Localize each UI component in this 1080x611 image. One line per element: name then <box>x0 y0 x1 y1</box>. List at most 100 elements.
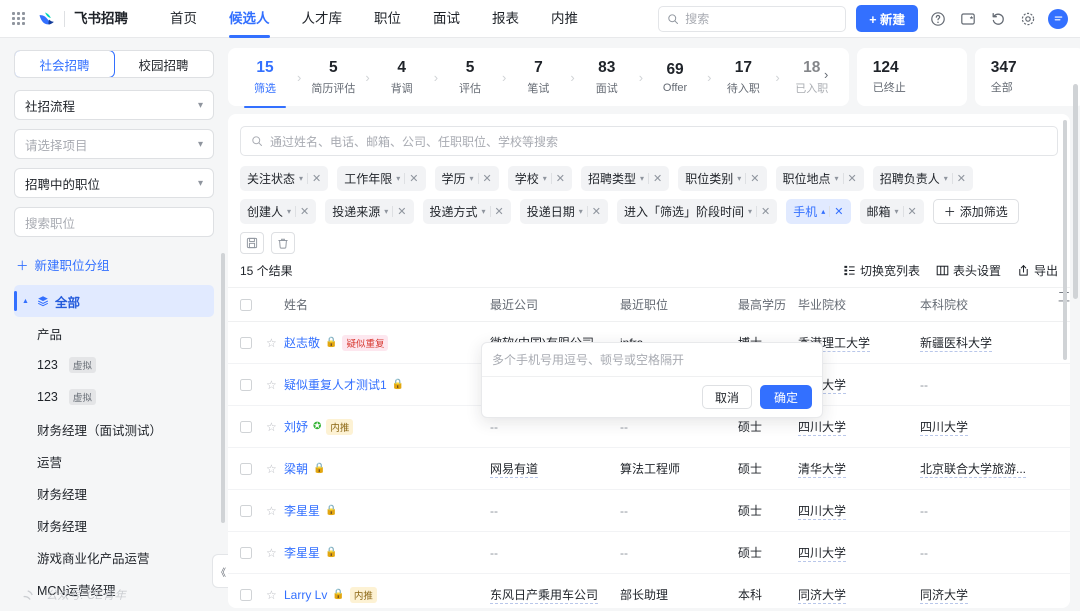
column-header-name[interactable]: 姓名 <box>284 296 490 313</box>
cell-school[interactable]: 清华大学 <box>798 462 847 478</box>
select-all-checkbox[interactable] <box>240 298 252 311</box>
stage-background-check[interactable]: 4 背调 <box>371 58 433 96</box>
delete-filter-icon[interactable] <box>271 232 295 254</box>
filter-chip-recruiter[interactable]: 招聘负责人 ▾ ✕ <box>872 166 973 191</box>
cell-bachelor-school[interactable]: 同济大学 <box>920 588 969 604</box>
close-icon[interactable]: ✕ <box>653 172 662 185</box>
help-icon[interactable] <box>928 9 948 29</box>
table-row[interactable]: ☆ 李星星 🔒 -- -- 硕士 四川大学 -- -- <box>228 532 1070 574</box>
process-select[interactable]: 社招流程 ▾ <box>14 90 214 120</box>
close-icon[interactable]: ✕ <box>750 172 759 185</box>
column-header-work-years[interactable]: 工作年限 <box>1050 288 1070 322</box>
new-job-group-button[interactable]: ＋ 新建职位分组 <box>14 246 214 283</box>
candidate-name[interactable]: 疑似重复人才测试1 <box>284 376 387 393</box>
new-button[interactable]: + 新建 <box>856 5 918 32</box>
tree-item-123-b[interactable]: 123 虚拟 <box>14 381 214 413</box>
candidate-name[interactable]: 赵志敬 <box>284 334 320 351</box>
tree-item-123-a[interactable]: 123 虚拟 <box>14 349 214 381</box>
filter-chip-email[interactable]: 邮箱 ▾ ✕ <box>859 199 924 224</box>
job-status-select[interactable]: 招聘中的职位 ▾ <box>14 168 214 198</box>
filter-chip-phone[interactable]: 手机 ▴ ✕ <box>786 199 851 224</box>
filter-chip-application-date[interactable]: 投递日期 ▾ ✕ <box>519 199 608 224</box>
cell-school[interactable]: 四川大学 <box>798 504 847 520</box>
nav-item-candidates[interactable]: 候选人 <box>213 0 286 38</box>
gear-icon[interactable] <box>1018 9 1038 29</box>
filter-chip-screening-stage-time[interactable]: 进入「筛选」阶段时间 ▾ ✕ <box>617 199 778 224</box>
row-checkbox[interactable] <box>240 462 252 475</box>
cell-school[interactable]: 四川大学 <box>798 546 847 562</box>
column-header-school[interactable]: 毕业院校 <box>798 296 920 313</box>
tree-item-operations[interactable]: 运营 <box>14 445 214 477</box>
close-icon[interactable]: ✕ <box>761 205 770 218</box>
grid-apps-icon[interactable] <box>12 12 25 25</box>
stage-onboarded[interactable]: 18 已入职 <box>781 58 843 96</box>
toggle-wide-list-button[interactable]: 切换宽列表 <box>843 262 920 279</box>
stage-evaluation[interactable]: 5 评估 <box>439 58 501 96</box>
column-header-company[interactable]: 最近公司 <box>490 296 620 313</box>
tree-item-finance-manager-test[interactable]: 财务经理（面试测试） <box>14 413 214 445</box>
filter-chip-application-source[interactable]: 投递来源 ▾ ✕ <box>325 199 414 224</box>
sidebar-collapse-button[interactable]: 《 <box>212 554 228 588</box>
cell-company[interactable]: 东风日产乘用车公司 <box>490 588 599 604</box>
page-scrollbar[interactable] <box>1073 84 1078 299</box>
close-icon[interactable]: ✕ <box>409 172 418 185</box>
candidate-name[interactable]: Larry Lv <box>284 588 327 602</box>
nav-item-talent-pool[interactable]: 人才库 <box>286 0 359 38</box>
filter-chip-school[interactable]: 学校 ▾ ✕ <box>507 166 572 191</box>
row-checkbox[interactable] <box>240 336 252 349</box>
close-icon[interactable]: ✕ <box>495 205 504 218</box>
candidate-search-input[interactable]: 通过姓名、电话、邮箱、公司、任职职位、学校等搜索 <box>240 126 1058 156</box>
nav-item-reports[interactable]: 报表 <box>476 0 535 38</box>
kpi-terminated[interactable]: 124 已终止 <box>856 48 967 106</box>
filter-chip-application-method[interactable]: 投递方式 ▾ ✕ <box>422 199 511 224</box>
close-icon[interactable]: ✕ <box>397 205 406 218</box>
global-search-input[interactable]: 搜索 <box>658 5 847 32</box>
phone-filter-input[interactable]: 多个手机号用逗号、顿号或空格隔开 <box>482 343 822 377</box>
project-select[interactable]: 请选择项目 ▾ <box>14 129 214 159</box>
candidate-name[interactable]: 李星星 <box>284 544 320 561</box>
row-checkbox[interactable] <box>240 420 252 433</box>
favorite-star-icon[interactable]: ☆ <box>266 378 284 392</box>
history-icon[interactable] <box>988 9 1008 29</box>
row-checkbox[interactable] <box>240 504 252 517</box>
tree-item-game-monetization[interactable]: 游戏商业化产品运营 <box>14 541 214 573</box>
stage-interview[interactable]: 83 面试 <box>576 58 638 96</box>
nav-item-referral[interactable]: 内推 <box>535 0 594 38</box>
filter-chip-job-location[interactable]: 职位地点 ▾ ✕ <box>775 166 864 191</box>
table-row[interactable]: ☆ 李星星 🔒 -- -- 硕士 四川大学 -- -- <box>228 490 1070 532</box>
filter-chip-recruitment-type[interactable]: 招聘类型 ▾ ✕ <box>581 166 670 191</box>
favorite-star-icon[interactable]: ☆ <box>266 420 284 434</box>
filter-chip-follow-status[interactable]: 关注状态 ▾ ✕ <box>240 166 329 191</box>
favorite-star-icon[interactable]: ☆ <box>266 504 284 518</box>
filter-chip-job-category[interactable]: 职位类别 ▾ ✕ <box>678 166 767 191</box>
add-filter-button[interactable]: ＋添加筛选 <box>932 199 1019 224</box>
cell-bachelor-school[interactable]: 四川大学 <box>920 420 969 436</box>
close-icon[interactable]: ✕ <box>483 172 492 185</box>
close-icon[interactable]: ✕ <box>592 205 601 218</box>
candidate-name[interactable]: 梁朝 <box>284 460 308 477</box>
cell-school[interactable]: 四川大学 <box>798 420 847 436</box>
close-icon[interactable]: ✕ <box>312 172 321 185</box>
workspace-icon[interactable] <box>958 9 978 29</box>
stages-next-arrow-icon[interactable]: › <box>824 67 828 82</box>
kpi-all[interactable]: 347 全部 <box>974 48 1080 106</box>
stage-screening[interactable]: 15 筛选 <box>234 58 296 108</box>
close-icon[interactable]: ✕ <box>957 172 966 185</box>
favorite-star-icon[interactable]: ☆ <box>266 336 284 350</box>
row-checkbox[interactable] <box>240 378 252 391</box>
confirm-button[interactable]: 确定 <box>759 385 812 409</box>
sidebar-scrollbar[interactable] <box>221 253 225 523</box>
avatar[interactable] <box>1048 8 1068 29</box>
stage-pending-onboard[interactable]: 17 待入职 <box>712 58 774 96</box>
stage-resume-review[interactable]: 5 简历评估 <box>302 58 364 96</box>
job-search-input[interactable]: 搜索职位 <box>14 207 214 237</box>
column-header-education[interactable]: 最高学历 <box>738 296 798 313</box>
table-scrollbar[interactable] <box>1063 120 1067 360</box>
filter-chip-education[interactable]: 学历 ▾ ✕ <box>434 166 499 191</box>
close-icon[interactable]: ✕ <box>834 205 843 218</box>
cancel-button[interactable]: 取消 <box>701 385 752 409</box>
favorite-star-icon[interactable]: ☆ <box>266 588 284 602</box>
nav-item-home[interactable]: 首页 <box>154 0 213 38</box>
cell-school[interactable]: 同济大学 <box>798 588 847 604</box>
row-checkbox[interactable] <box>240 588 252 601</box>
